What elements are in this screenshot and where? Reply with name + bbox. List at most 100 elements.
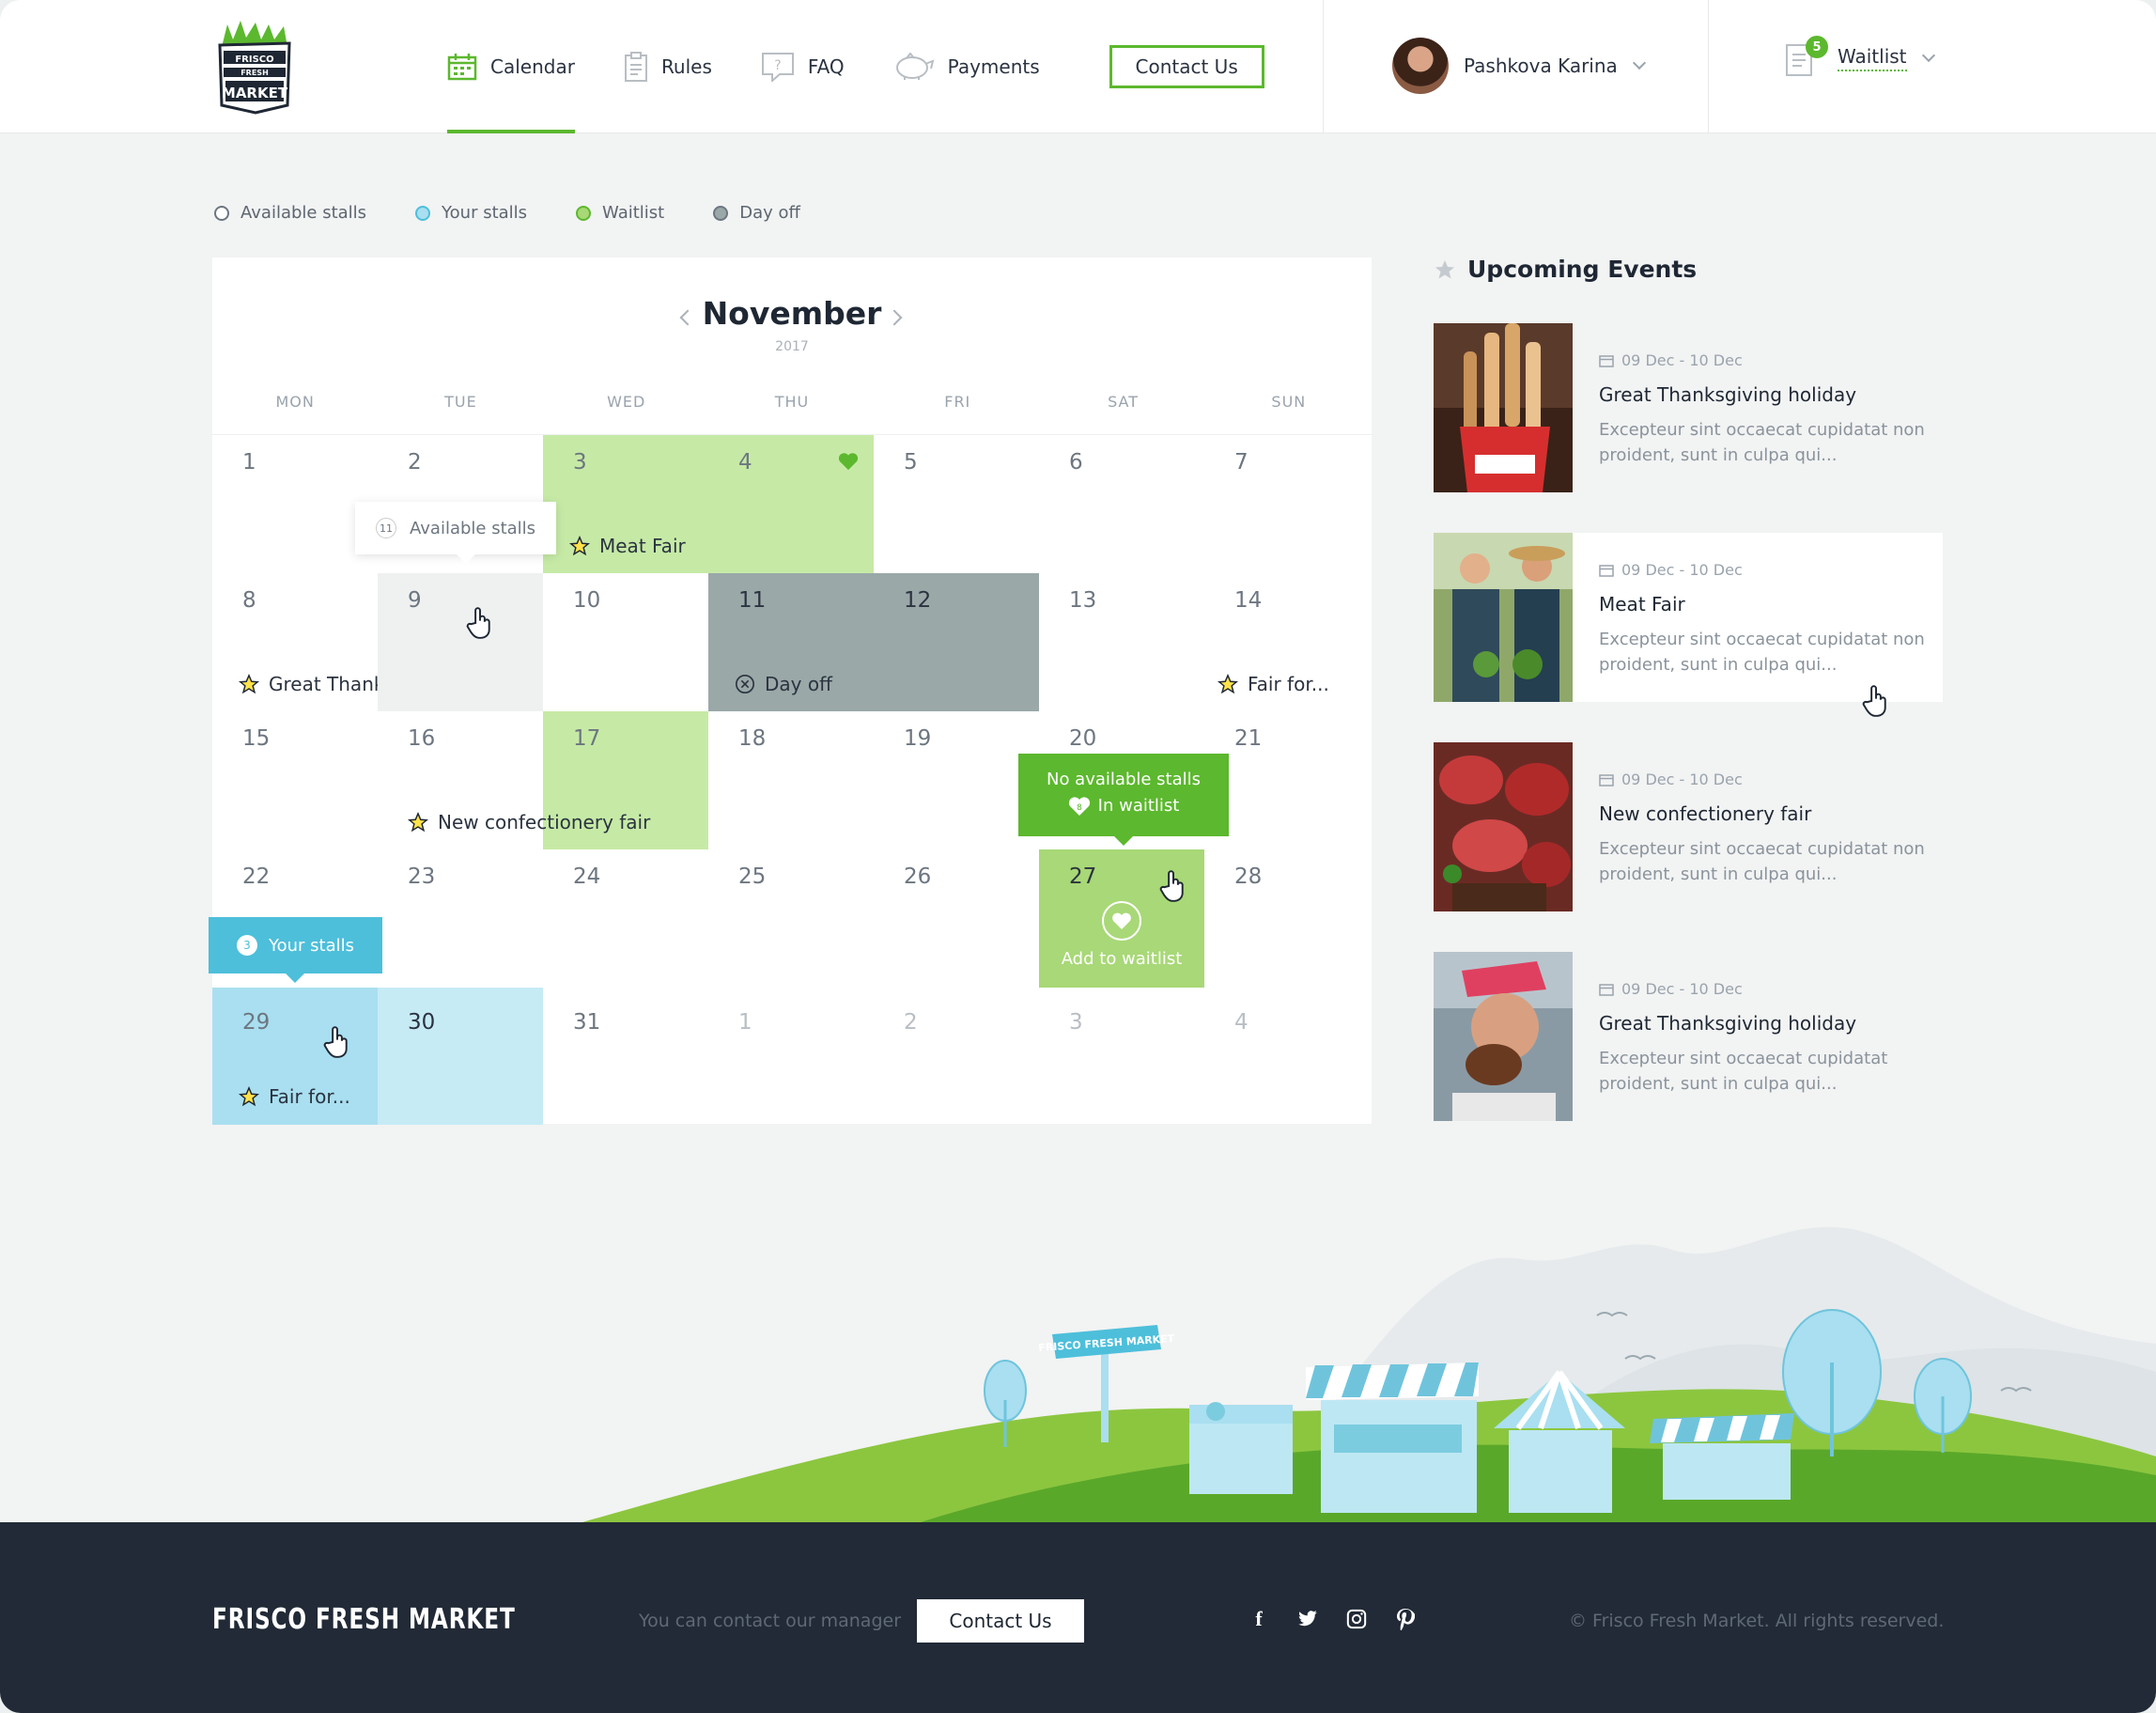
event-fair-29[interactable]: Fair for... <box>239 1085 350 1108</box>
event-meat-fair[interactable]: Meat Fair <box>569 535 686 557</box>
day-cell[interactable]: 8 Great Thanksgiving holiday <box>212 573 526 711</box>
svg-text:MARKET: MARKET <box>222 85 288 101</box>
hand-cursor-icon <box>466 607 490 639</box>
day-number: 25 <box>738 864 767 889</box>
question-icon: ? <box>761 53 794 82</box>
day-cell-day-off[interactable]: 11 Day off <box>708 573 874 711</box>
footer: FRISCO FRESH MARKET You can contact our … <box>0 1522 2156 1713</box>
add-to-waitlist-label[interactable]: Add to waitlist <box>1039 949 1204 969</box>
event-date-text: 09 Dec - 10 Dec <box>1621 980 1743 998</box>
day-number: 21 <box>1234 726 1263 751</box>
instagram-icon[interactable] <box>1345 1607 1368 1631</box>
upcoming-events-title: Upcoming Events <box>1434 256 1697 283</box>
day-number: 23 <box>408 864 436 889</box>
nav-rules[interactable]: Rules <box>624 0 712 133</box>
event-date: 09 Dec - 10 Dec <box>1599 351 1743 369</box>
day-number: 2 <box>904 1010 918 1035</box>
chevron-down-icon <box>1632 55 1646 70</box>
svg-text:FRISCO: FRISCO <box>235 55 273 65</box>
event-card[interactable]: 09 Dec - 10 Dec Great Thanksgiving holid… <box>1434 323 1943 492</box>
day-number: 13 <box>1069 588 1097 613</box>
calendar-icon <box>1599 354 1614 367</box>
facebook-icon[interactable]: f <box>1248 1607 1270 1631</box>
legend-waitlist: Waitlist <box>576 203 664 223</box>
nav-rules-label: Rules <box>660 55 712 78</box>
event-desc: Excepteur sint occaecat cupidatat non pr… <box>1599 630 1925 675</box>
stall-count-badge: 11 <box>376 518 396 538</box>
day-cell[interactable]: 5 <box>874 435 1039 573</box>
day-cell[interactable]: 1 <box>212 435 378 573</box>
day-cell[interactable]: 6 <box>1039 435 1204 573</box>
day-number: 19 <box>904 726 932 751</box>
tooltip-label: Available stalls <box>410 518 536 538</box>
day-cell[interactable]: 13 <box>1039 573 1204 711</box>
legend-label: Your stalls <box>442 203 528 223</box>
day-cell[interactable]: 31 <box>543 988 708 1126</box>
event-desc: Excepteur sint occaecat cupidatat non pr… <box>1599 420 1925 465</box>
waitlist-count: 8 <box>1077 803 1082 813</box>
day-cell[interactable]: 23 <box>378 849 543 988</box>
day-number: 27 <box>1069 864 1097 889</box>
footer-logo[interactable]: FRISCO FRESH MARKET <box>212 1603 516 1636</box>
day-cell[interactable]: 28 <box>1204 849 1370 988</box>
hand-cursor-icon <box>323 1026 348 1058</box>
day-cell[interactable]: 7 <box>1204 435 1370 573</box>
day-cell-your-stall[interactable]: 30 <box>378 988 543 1125</box>
app-window: FRISCO FRESH MARKET Calendar Rules ? FAQ… <box>0 0 2156 1713</box>
nav-calendar[interactable]: Calendar <box>447 0 575 133</box>
frisco-logo[interactable]: FRISCO FRESH MARKET <box>214 19 295 115</box>
nav-calendar-label: Calendar <box>490 55 575 78</box>
day-cell-day-off[interactable]: 12 <box>874 573 1039 711</box>
heart-circle-icon <box>1102 901 1141 941</box>
weekday-label: THU <box>774 393 810 411</box>
legend-dot <box>713 205 729 221</box>
day-cell-next-month: 3 <box>1039 988 1204 1126</box>
day-cell[interactable]: 25 <box>708 849 874 988</box>
day-cell[interactable]: 10 <box>543 573 708 711</box>
day-cell[interactable]: 15 <box>212 711 378 849</box>
pinterest-icon[interactable] <box>1394 1607 1417 1631</box>
day-cell[interactable]: 21 <box>1204 711 1370 849</box>
day-number: 3 <box>573 450 587 475</box>
event-card[interactable]: 09 Dec - 10 Dec Meat Fair Excepteur sint… <box>1434 533 1943 717</box>
day-cell[interactable]: 16 New confectionery fair <box>378 711 650 849</box>
waitlist-count-badge: 5 <box>1806 36 1828 58</box>
event-label: Fair for... <box>269 1085 350 1108</box>
day-cell[interactable]: 18 <box>708 711 874 849</box>
month-title: November <box>702 295 882 332</box>
day-number: 4 <box>738 450 752 475</box>
day-cell[interactable]: 26 <box>874 849 1039 988</box>
day-cell[interactable]: 14 Fair for... <box>1204 573 1370 711</box>
day-cell-your-stall[interactable]: 29 Fair for... <box>212 988 378 1125</box>
day-cell-hover[interactable]: 9 <box>378 573 543 711</box>
waitlist-menu[interactable]: 5 Waitlist <box>1785 36 1935 77</box>
day-cell-waitlist[interactable]: 3 Meat Fair <box>543 435 708 573</box>
legend-dot <box>576 205 592 221</box>
twitter-icon[interactable] <box>1296 1607 1319 1631</box>
user-menu[interactable]: Pashkova Karina <box>1392 38 1646 94</box>
event-name: Meat Fair <box>1599 593 1685 615</box>
event-confectionery[interactable]: New confectionery fair <box>408 811 650 833</box>
weekday-label: SAT <box>1108 393 1140 411</box>
event-label: Day off <box>765 673 832 695</box>
legend-dot <box>214 205 229 221</box>
event-card[interactable]: 09 Dec - 10 Dec Great Thanksgiving holid… <box>1434 952 1943 1121</box>
heart-icon: 8 <box>1068 797 1090 816</box>
header-contact-button[interactable]: Contact Us <box>1109 45 1264 88</box>
nav-faq[interactable]: ? FAQ <box>761 0 845 133</box>
event-name: Great Thanksgiving holiday <box>1599 383 1857 406</box>
event-card[interactable]: 09 Dec - 10 Dec New confectionery fair E… <box>1434 742 1943 911</box>
calendar-card: November 2017 MON TUE WED THU FRI SAT SU… <box>209 257 1372 1126</box>
day-cell[interactable]: 19 <box>874 711 1039 849</box>
day-cell[interactable]: 24 <box>543 849 708 988</box>
footer-contact-button[interactable]: Contact Us <box>917 1599 1084 1643</box>
calendar-icon <box>1599 983 1614 996</box>
day-cell-waitlist[interactable]: 4 <box>708 435 874 573</box>
top-header: FRISCO FRESH MARKET Calendar Rules ? FAQ… <box>0 0 2156 133</box>
event-fair-14[interactable]: Fair for... <box>1218 673 1329 695</box>
day-number: 15 <box>242 726 271 751</box>
nav-payments[interactable]: Payments <box>893 0 1040 133</box>
stall-count-badge: 3 <box>237 935 257 956</box>
section-title: Upcoming Events <box>1467 256 1698 283</box>
event-thumbnail-farmers <box>1434 533 1573 702</box>
